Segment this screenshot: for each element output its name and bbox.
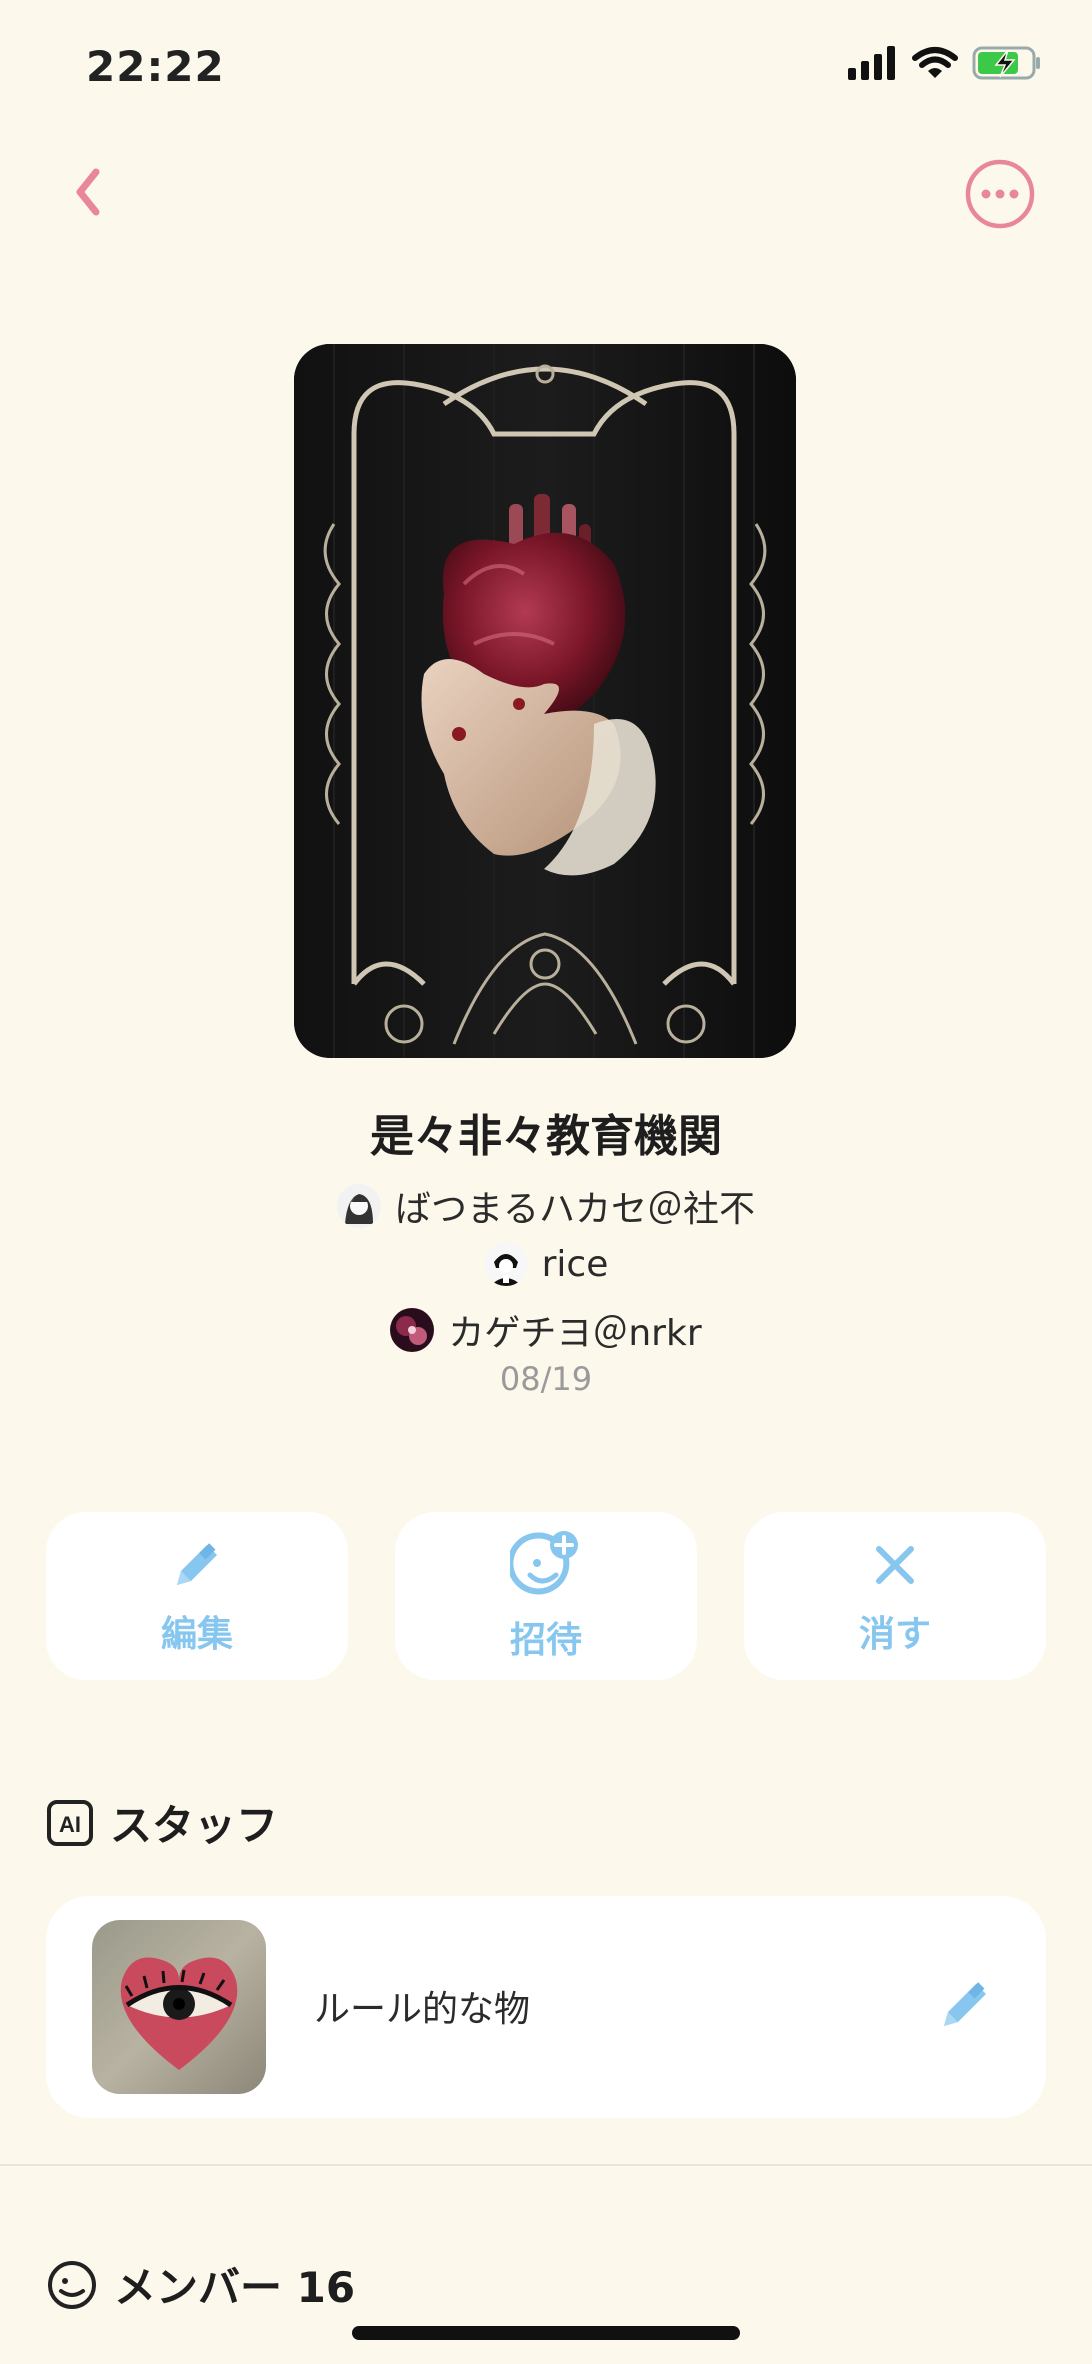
room-detail-screen: 22:22 是々非々教育機関 ばつまるハカセ＠社不 rice カゲチヨ＠nrkr… bbox=[0, 0, 1092, 2364]
author-row[interactable]: カゲチヨ＠nrkr bbox=[0, 1304, 1092, 1356]
delete-button-label: 消す bbox=[858, 1614, 931, 1655]
ai-icon: AI bbox=[47, 1799, 93, 1846]
members-section-header: メンバー 16 bbox=[46, 2254, 355, 2315]
pencil-icon bbox=[177, 1543, 217, 1585]
room-title: 是々非々教育機関 bbox=[370, 1111, 722, 1162]
author-name: カゲチヨ＠nrkr bbox=[448, 1313, 702, 1354]
more-options-button[interactable] bbox=[964, 158, 1036, 230]
ellipsis-circle-icon bbox=[965, 159, 1035, 229]
room-date: 08/19 bbox=[499, 1360, 593, 1398]
staff-item-name: ルール的な物 bbox=[314, 1989, 531, 2030]
staff-section-header: AI スタッフ bbox=[46, 1792, 278, 1853]
pencil-icon bbox=[944, 1982, 986, 2026]
avatar bbox=[390, 1308, 435, 1352]
invite-button[interactable]: 招待 bbox=[395, 1512, 697, 1680]
chevron-left-icon bbox=[76, 168, 100, 216]
close-icon bbox=[876, 1546, 914, 1584]
room-cover-image bbox=[294, 344, 796, 1058]
wifi-icon bbox=[912, 47, 958, 78]
avatar bbox=[483, 1242, 528, 1286]
author-name: rice bbox=[541, 1243, 609, 1285]
add-friend-icon bbox=[510, 1531, 578, 1595]
back-button[interactable] bbox=[62, 160, 118, 224]
staff-item-card[interactable]: ルール的な物 bbox=[46, 1896, 1046, 2118]
delete-button[interactable]: 消す bbox=[744, 1512, 1046, 1680]
svg-text:AI: AI bbox=[59, 1812, 81, 1837]
home-indicator bbox=[352, 2326, 740, 2340]
avatar bbox=[336, 1184, 381, 1228]
signal-icon bbox=[848, 46, 895, 80]
staff-edit-button[interactable] bbox=[936, 1974, 996, 2034]
status-icons bbox=[848, 46, 1042, 80]
section-divider bbox=[0, 2164, 1092, 2166]
smile-icon bbox=[48, 2260, 96, 2309]
author-row[interactable]: rice bbox=[0, 1242, 1092, 1286]
invite-button-label: 招待 bbox=[509, 1620, 582, 1661]
status-time: 22:22 bbox=[86, 42, 225, 91]
edit-button-label: 編集 bbox=[160, 1614, 233, 1655]
battery-charging-icon bbox=[972, 46, 1040, 80]
edit-button[interactable]: 編集 bbox=[46, 1512, 348, 1680]
staff-section-title: スタッフ bbox=[110, 1801, 279, 1850]
members-section-title: メンバー 16 bbox=[114, 2263, 356, 2312]
author-row[interactable]: ばつまるハカセ＠社不 bbox=[0, 1180, 1092, 1232]
author-name: ばつまるハカセ＠社不 bbox=[394, 1189, 755, 1230]
staff-thumbnail bbox=[92, 1920, 266, 2094]
